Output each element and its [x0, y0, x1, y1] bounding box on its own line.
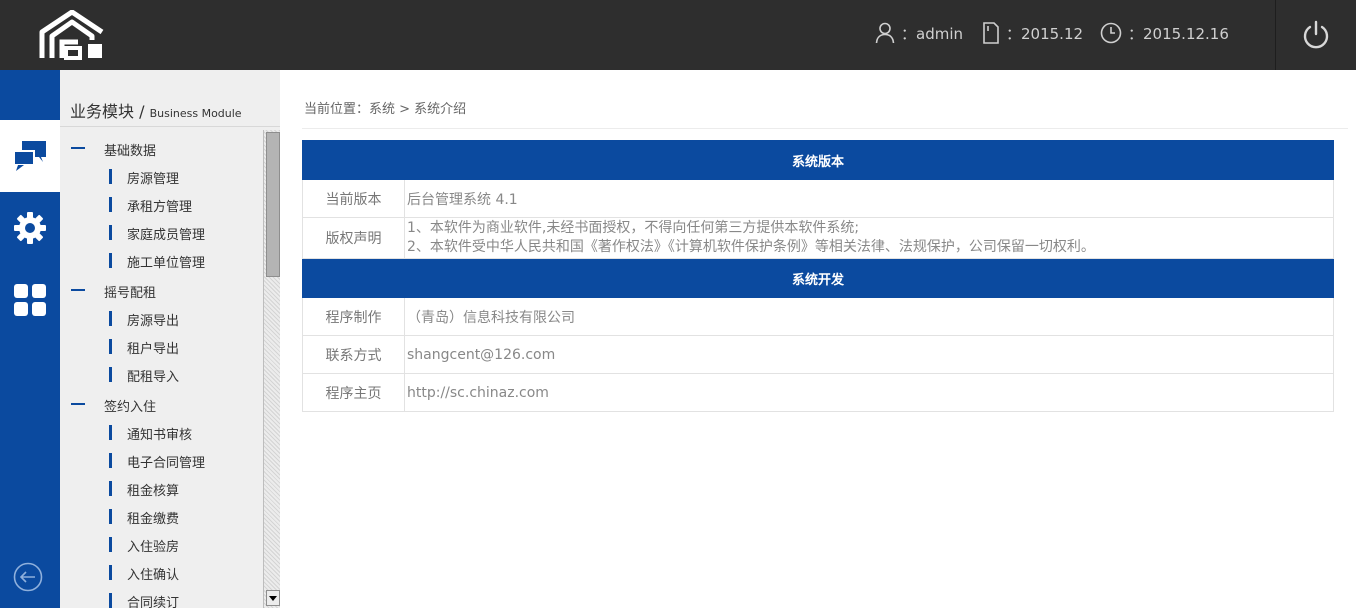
divider [60, 126, 280, 127]
copyright-text: 1、本软件为商业软件,未经书面授权，不得向任何第三方提供本软件系统; 2、本软件… [404, 217, 1334, 259]
business-module-button[interactable] [0, 120, 60, 192]
menu-item-contract-renewal[interactable]: 合同续订 [60, 586, 262, 608]
table-row: 版权声明 1、本软件为商业软件,未经书面授权，不得向任何第三方提供本软件系统; … [302, 217, 1334, 259]
sidebar-scrollbar[interactable] [263, 130, 280, 608]
clock-icon [1100, 22, 1122, 44]
period-info: ：2015.12 [982, 22, 1083, 44]
user-info: ：admin [875, 22, 963, 44]
row-key: 程序制作 [302, 297, 405, 336]
row-value: 后台管理系统 4.1 [404, 179, 1334, 218]
top-bar: ：admin ：2015.12 ：2015.12.16 [0, 0, 1356, 70]
menu-item-rent-accounting[interactable]: 租金核算 [60, 474, 262, 502]
menu-item-tenant-export[interactable]: 租户导出 [60, 332, 262, 360]
group-dash [71, 147, 85, 149]
table-row: 程序制作 （青岛）信息科技有限公司 [302, 297, 1334, 336]
triangle-down-icon [269, 595, 277, 601]
document-icon [983, 22, 999, 44]
contact-email[interactable]: shangcent@126.com [404, 335, 1334, 374]
date-text: ：2015.12.16 [1128, 24, 1229, 43]
menu-item-move-in-confirm[interactable]: 入住确认 [60, 558, 262, 586]
row-value: （青岛）信息科技有限公司 [404, 297, 1334, 336]
sidebar: 业务模块 / Business Module 基础数据 房源管理 承租方管理 家… [60, 70, 280, 608]
menu-group-lottery[interactable]: 摇号配租 [60, 274, 262, 304]
divider [302, 128, 1348, 129]
section-header-version: 系统版本 [302, 140, 1334, 180]
power-icon [1303, 20, 1329, 49]
menu-item-tenant-management[interactable]: 承租方管理 [60, 190, 262, 218]
sidebar-menu: 基础数据 房源管理 承租方管理 家庭成员管理 施工单位管理 摇号配租 房源导出 … [60, 132, 262, 608]
menu-item-family-members[interactable]: 家庭成员管理 [60, 218, 262, 246]
sidebar-title-en: Business Module [149, 107, 242, 120]
menu-item-move-in-inspection[interactable]: 入住验房 [60, 530, 262, 558]
menu-item-contractor-management[interactable]: 施工单位管理 [60, 246, 262, 274]
logout-button[interactable] [1275, 0, 1356, 70]
row-key: 版权声明 [302, 217, 405, 259]
table-row: 联系方式 shangcent@126.com [302, 335, 1334, 374]
house-logo-icon[interactable] [38, 10, 106, 60]
menu-item-notice-review[interactable]: 通知书审核 [60, 418, 262, 446]
chat-icon [13, 141, 46, 171]
apps-module-button[interactable] [0, 264, 60, 336]
main-content: 当前位置：系统 > 系统介绍 系统版本 当前版本 后台管理系统 4.1 版权声明… [280, 70, 1356, 608]
period-text: ：2015.12 [1006, 24, 1084, 43]
menu-group-basic-data[interactable]: 基础数据 [60, 132, 262, 162]
table-row: 程序主页 http://sc.chinaz.com [302, 373, 1334, 412]
section-header-development: 系统开发 [302, 258, 1334, 298]
grid-icon [14, 284, 46, 316]
menu-item-rent-payment[interactable]: 租金缴费 [60, 502, 262, 530]
copyright-line: 2、本软件受中华人民共和国《著作权法》《计算机软件保护条例》等相关法律、法规保护… [407, 239, 1095, 255]
group-dash [71, 289, 85, 291]
row-key: 联系方式 [302, 335, 405, 374]
date-info: ：2015.12.16 [1100, 22, 1229, 44]
menu-item-allocation-import[interactable]: 配租导入 [60, 360, 262, 388]
homepage-link[interactable]: http://sc.chinaz.com [404, 373, 1334, 412]
username-text: ：admin [901, 24, 963, 43]
user-icon [875, 22, 895, 44]
table-row: 当前版本 后台管理系统 4.1 [302, 179, 1334, 218]
back-arrow-icon[interactable] [13, 562, 43, 592]
sidebar-title: 业务模块 / Business Module [70, 102, 242, 121]
settings-module-button[interactable] [0, 192, 60, 264]
system-info-table: 系统版本 当前版本 后台管理系统 4.1 版权声明 1、本软件为商业软件,未经书… [302, 140, 1334, 412]
row-key: 当前版本 [302, 179, 405, 218]
scrollbar-thumb[interactable] [266, 132, 280, 277]
menu-item-housing-management[interactable]: 房源管理 [60, 162, 262, 190]
gear-icon [14, 212, 46, 244]
copyright-line: 1、本软件为商业软件,未经书面授权，不得向任何第三方提供本软件系统; [407, 220, 860, 236]
scroll-down-button[interactable] [266, 590, 280, 606]
menu-group-signing[interactable]: 签约入住 [60, 388, 262, 418]
menu-item-e-contract[interactable]: 电子合同管理 [60, 446, 262, 474]
row-key: 程序主页 [302, 373, 405, 412]
group-dash [71, 403, 85, 405]
breadcrumb: 当前位置：系统 > 系统介绍 [304, 102, 467, 117]
module-icon-bar [0, 70, 60, 608]
menu-item-housing-export[interactable]: 房源导出 [60, 304, 262, 332]
